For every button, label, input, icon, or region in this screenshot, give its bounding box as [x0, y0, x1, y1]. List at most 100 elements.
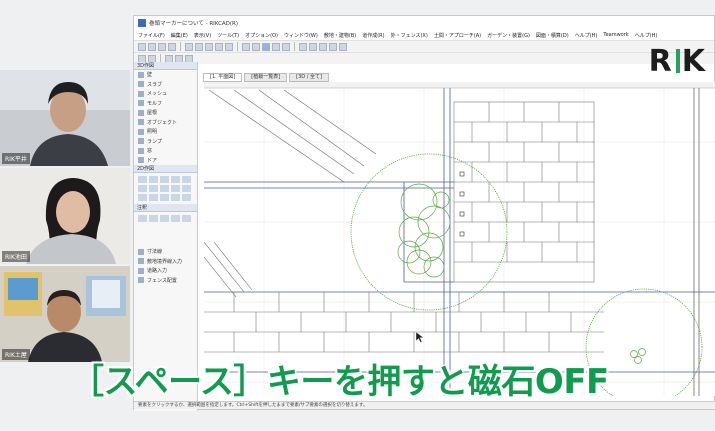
- object-icon: [138, 119, 144, 126]
- tool-morph[interactable]: モルフ: [134, 99, 197, 109]
- pen-tool-icon[interactable]: [160, 194, 169, 201]
- tool-road-input[interactable]: 道路入力: [134, 266, 197, 276]
- floor-icon[interactable]: [252, 42, 260, 51]
- boundary-icon: [138, 258, 144, 265]
- tool-label: フェンス配置: [147, 277, 177, 284]
- label-tool-icon[interactable]: [182, 185, 191, 192]
- menu-options[interactable]: オプション(O): [245, 32, 278, 39]
- zoom-out-icon[interactable]: [309, 42, 317, 51]
- tool-label: ドア: [147, 157, 158, 164]
- wall-icon: [138, 71, 144, 78]
- menu-view[interactable]: 表示(V): [194, 32, 211, 39]
- text-tool-icon[interactable]: [138, 176, 147, 183]
- new-file-icon[interactable]: [138, 42, 146, 51]
- menu-window[interactable]: ウィンドウ(W): [284, 32, 318, 39]
- palette-section-3d[interactable]: 3D作図: [134, 62, 197, 70]
- camera-tool-icon[interactable]: [138, 215, 147, 222]
- dimension-icon: [138, 248, 144, 255]
- detail-tool-icon[interactable]: [182, 215, 191, 222]
- open-file-icon[interactable]: [148, 42, 156, 51]
- mesh-icon: [138, 90, 144, 97]
- rect-tool-icon[interactable]: [149, 185, 158, 192]
- level-tool-icon[interactable]: [149, 194, 158, 201]
- 2d-tool-grid: [134, 173, 197, 204]
- tool-dimension-line[interactable]: 寸法線: [134, 247, 197, 257]
- menu-fence[interactable]: 外・フェンス(X): [391, 32, 428, 39]
- fill-tool-icon[interactable]: [171, 194, 180, 201]
- tool-window[interactable]: 窓: [134, 146, 197, 156]
- tool-lamp[interactable]: ランプ: [134, 137, 197, 147]
- spline-tool-icon[interactable]: [182, 176, 191, 183]
- palette-section-annotation[interactable]: 注釈: [134, 204, 197, 212]
- save-icon[interactable]: [158, 42, 166, 51]
- cut-icon[interactable]: [185, 42, 193, 51]
- tab-plant-list[interactable]: [植栽一覧表]: [244, 73, 288, 82]
- view-tabs: [1. 平面図] [植栽一覧表] [3D / 全て]: [203, 73, 329, 82]
- tab-floor-plan[interactable]: [1. 平面図]: [203, 73, 243, 82]
- paste-icon[interactable]: [205, 42, 213, 51]
- redo-icon[interactable]: [225, 42, 233, 51]
- app-icon: [138, 19, 146, 27]
- guide-icon[interactable]: [272, 42, 280, 51]
- palette-section-2d[interactable]: 2D作図: [134, 165, 197, 173]
- title-bar: 巻頭マーカーについて - RIKCAD(R): [134, 16, 714, 30]
- render-icon[interactable]: [339, 42, 347, 51]
- rikcad-window: 巻頭マーカーについて - RIKCAD(R) ファイル(F) 編集(E) 表示(…: [133, 15, 715, 411]
- participant-video-1: RIK平井: [0, 70, 130, 166]
- rik-logo: RK: [648, 44, 707, 79]
- menu-approach[interactable]: 土間・アプローチ(A): [434, 32, 481, 39]
- drawing-canvas[interactable]: [203, 82, 715, 406]
- tool-label: 壁: [147, 72, 153, 79]
- menu-road[interactable]: 道作成(R): [362, 32, 384, 39]
- participant-name: RIK平井: [2, 153, 30, 164]
- section-tool-icon[interactable]: [160, 215, 169, 222]
- tab-3d-all[interactable]: [3D / 全て]: [289, 73, 329, 82]
- tool-slab[interactable]: スラブ: [134, 80, 197, 90]
- window-title: 巻頭マーカーについて - RIKCAD(R): [149, 21, 239, 27]
- undo-icon[interactable]: [215, 42, 223, 51]
- participant-video-2: RIK池田: [0, 168, 130, 264]
- copy-icon[interactable]: [195, 42, 203, 51]
- menu-edit[interactable]: 編集(E): [171, 32, 188, 39]
- toolbar-separator: [237, 42, 238, 51]
- door-icon: [138, 157, 144, 164]
- participant-video-3: RIK土屋: [0, 266, 130, 362]
- dimension-tool-icon[interactable]: [138, 194, 147, 201]
- tool-light[interactable]: 照明: [134, 127, 197, 137]
- layer-icon[interactable]: [242, 42, 250, 51]
- image-tool-icon[interactable]: [149, 215, 158, 222]
- tool-door[interactable]: ドア: [134, 156, 197, 166]
- zoom-in-icon[interactable]: [299, 42, 307, 51]
- menu-tools[interactable]: ツール(T): [217, 32, 239, 39]
- elevation-tool-icon[interactable]: [171, 215, 180, 222]
- menu-file[interactable]: ファイル(F): [138, 32, 165, 39]
- tool-wall[interactable]: 壁: [134, 70, 197, 80]
- tool-object[interactable]: オブジェクト: [134, 118, 197, 128]
- figure-tool-icon[interactable]: [171, 185, 180, 192]
- hatch-tool-icon[interactable]: [138, 185, 147, 192]
- menu-help-2[interactable]: ヘルプ(H): [635, 32, 658, 39]
- 3d-view-icon[interactable]: [329, 42, 337, 51]
- fit-window-icon[interactable]: [319, 42, 327, 51]
- arc-tool-icon[interactable]: [160, 176, 169, 183]
- tool-label: オブジェクト: [147, 119, 178, 126]
- morph-icon: [138, 100, 144, 107]
- tool-site-boundary[interactable]: 敷地境界線入力: [134, 257, 197, 267]
- drawing-tool-icon[interactable]: [182, 194, 191, 201]
- menu-teamwork[interactable]: Teamwork: [603, 32, 628, 38]
- menu-drawing[interactable]: 図面・積算(D): [536, 32, 569, 39]
- grid-snap-icon[interactable]: [262, 42, 270, 51]
- magnet-icon[interactable]: [282, 42, 290, 51]
- tool-label: モルフ: [147, 100, 163, 107]
- tool-roof[interactable]: 屋根: [134, 108, 197, 118]
- polyline-tool-icon[interactable]: [171, 176, 180, 183]
- print-icon[interactable]: [168, 42, 176, 51]
- menu-help[interactable]: ヘルプ(H): [575, 32, 598, 39]
- tool-label: メッシュ: [147, 91, 168, 98]
- tool-mesh[interactable]: メッシュ: [134, 89, 197, 99]
- line-tool-icon[interactable]: [149, 176, 158, 183]
- circle-tool-icon[interactable]: [160, 185, 169, 192]
- tool-fence-place[interactable]: フェンス配置: [134, 276, 197, 286]
- menu-garden[interactable]: ガーデン・装置(G): [487, 32, 530, 39]
- menu-site[interactable]: 敷地・建物(B): [324, 32, 356, 39]
